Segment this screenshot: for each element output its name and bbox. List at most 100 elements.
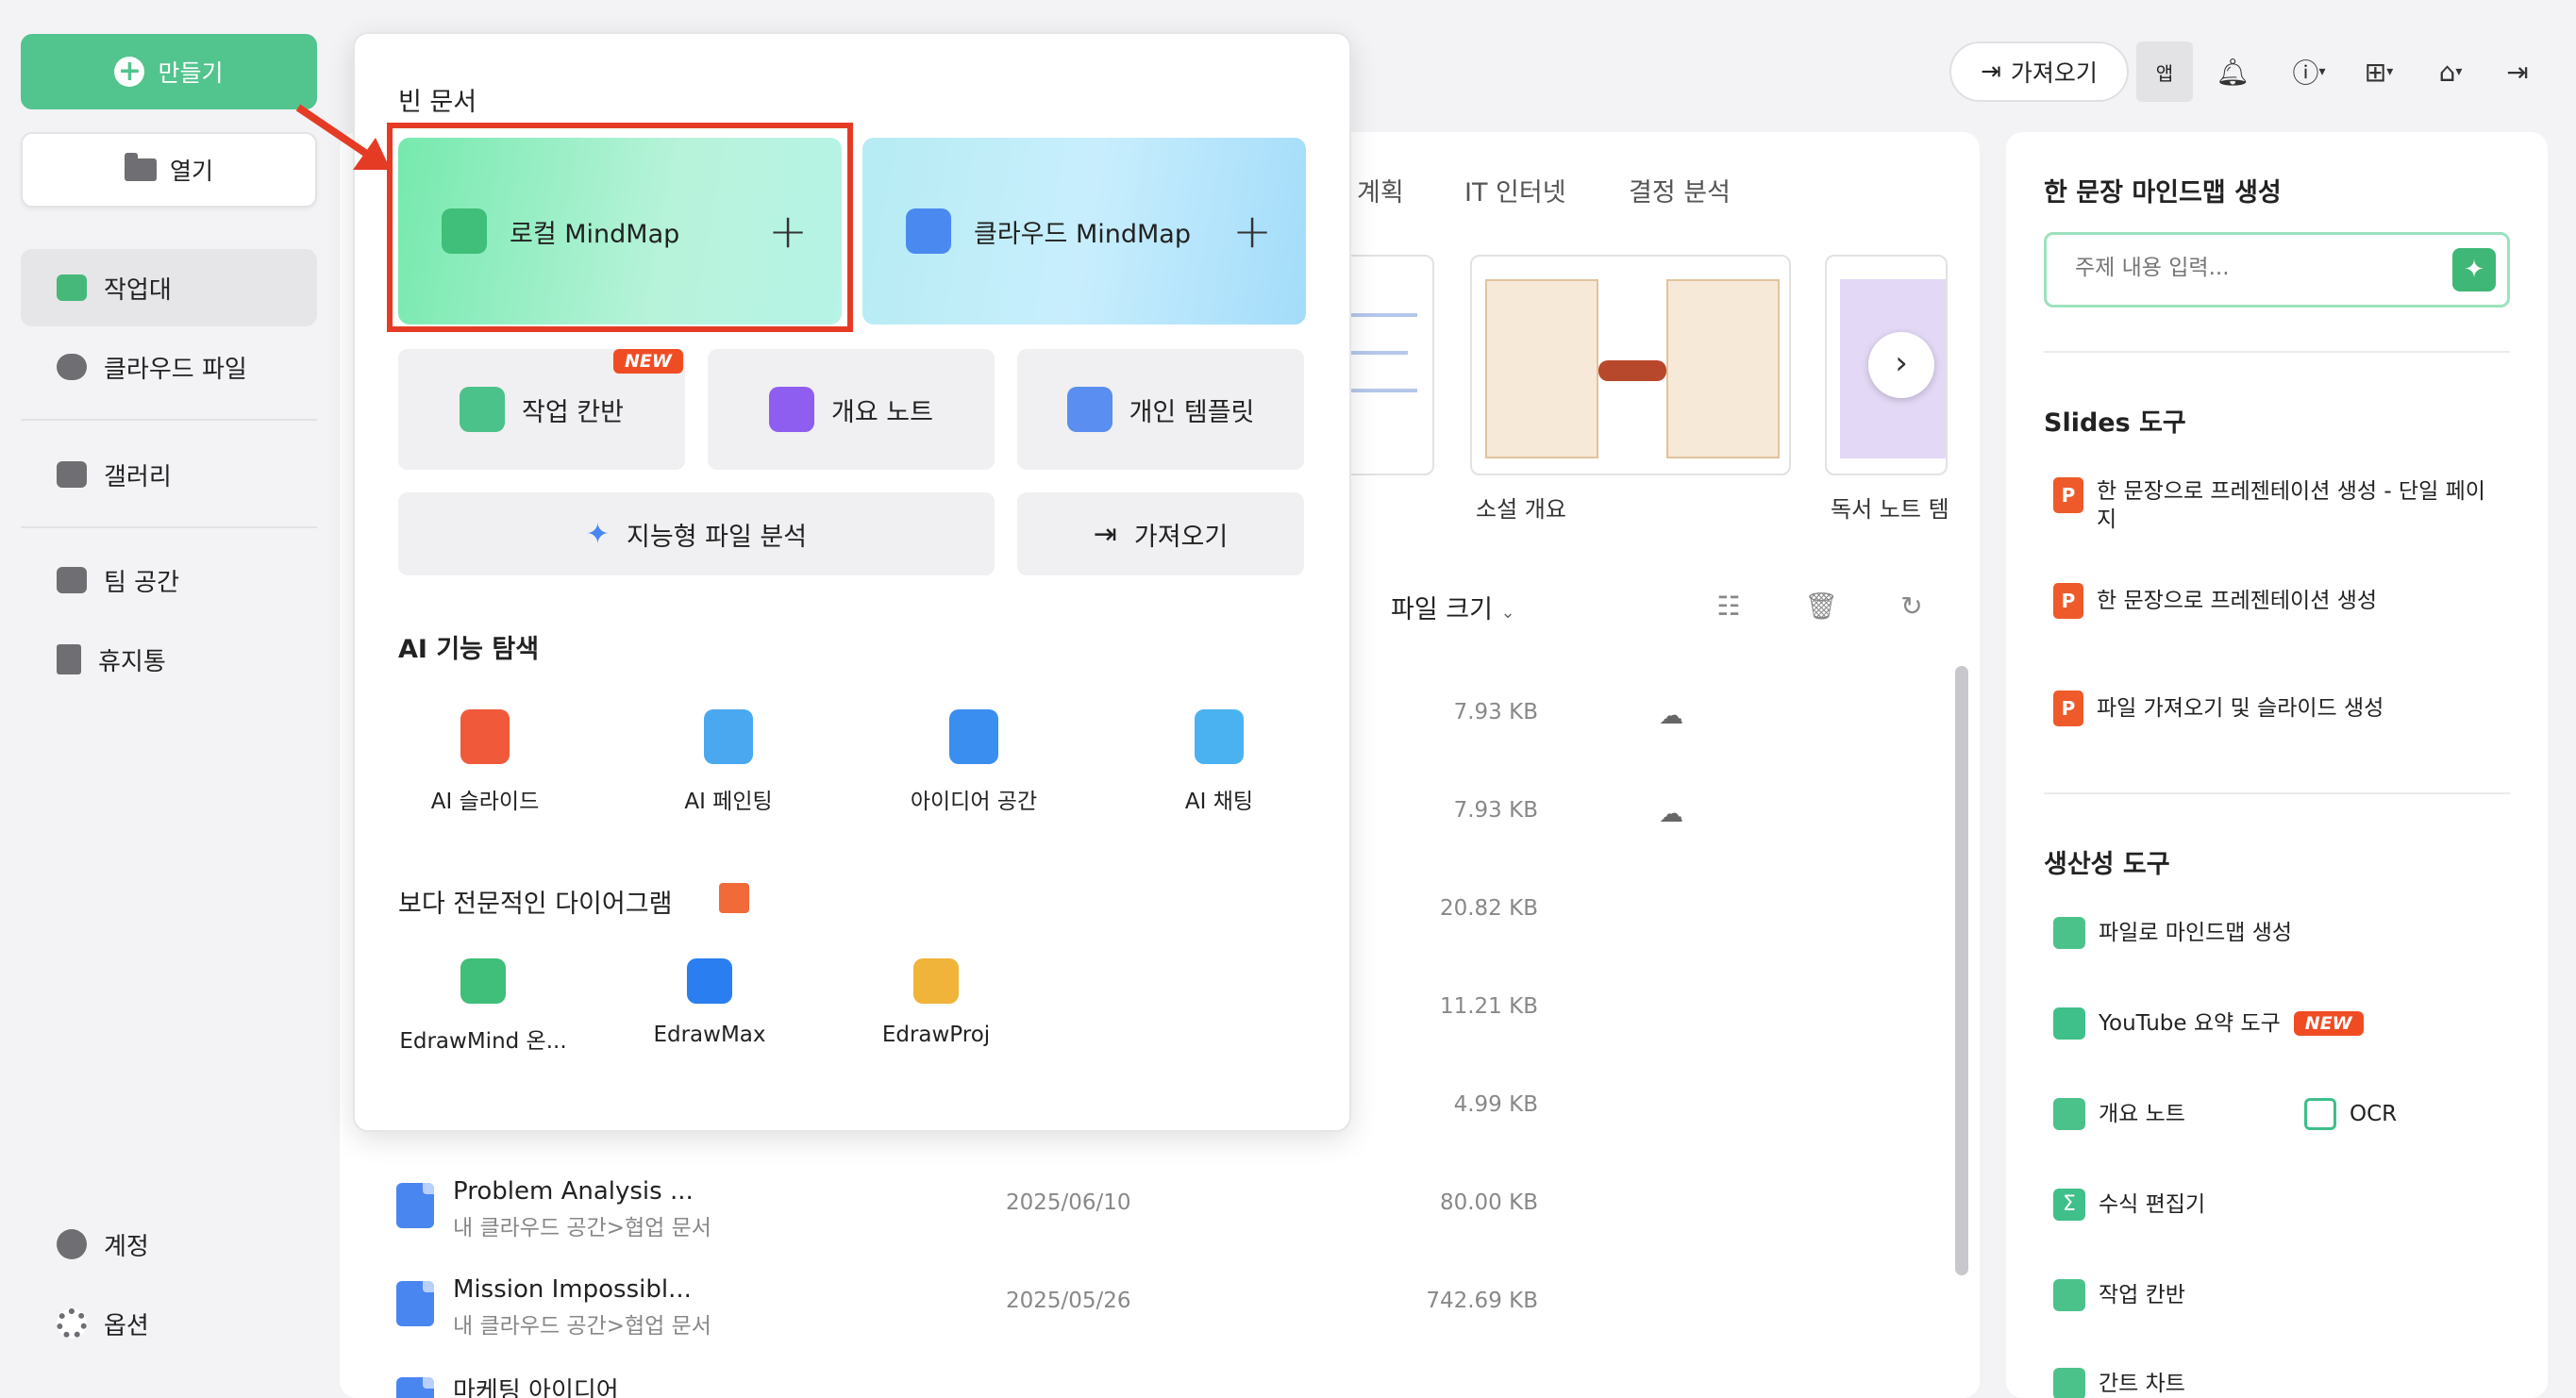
refresh-icon[interactable]: ↻ bbox=[1895, 589, 1929, 623]
tab-plan[interactable]: 계획 bbox=[1357, 172, 1404, 208]
sidebar-item-gallery[interactable]: 갤러리 bbox=[21, 436, 317, 513]
kanban-label: 작업 칸반 bbox=[522, 397, 624, 427]
import-icon: ⇥ bbox=[1981, 58, 2001, 86]
idea-space[interactable]: 아이디어 공간 bbox=[861, 709, 1087, 815]
sidebar-item-cloud-files[interactable]: 클라우드 파일 bbox=[21, 328, 317, 406]
topic-input[interactable] bbox=[2075, 256, 2434, 280]
ai-item-label: AI 채팅 bbox=[1184, 790, 1254, 814]
new-badge: NEW bbox=[2293, 1011, 2364, 1036]
table-row[interactable]: Problem Analysis ... 내 클라우드 공간>협업 문서 202… bbox=[396, 1177, 1538, 1243]
slides-single-page[interactable]: P 한 문장으로 프레젠테이션 생성 - 단일 페이지 bbox=[2053, 477, 2497, 534]
edrawmax[interactable]: EdrawMax bbox=[596, 958, 823, 1047]
tool-label: 작업 칸반 bbox=[2099, 1283, 2185, 1307]
ai-item-label: AI 페인팅 bbox=[684, 790, 773, 814]
scrollbar[interactable] bbox=[1955, 666, 1968, 1275]
tool-gantt-chart[interactable]: 간트 차트 bbox=[2053, 1368, 2185, 1398]
bell-icon[interactable]: 🔔︎ bbox=[2214, 53, 2251, 91]
ai-slides[interactable]: AI 슬라이드 bbox=[372, 709, 598, 815]
cloud-upload-icon[interactable]: ☁ bbox=[1659, 702, 1691, 730]
edrawmind-online[interactable]: EdrawMind 온... bbox=[370, 958, 596, 1055]
file-path: 내 클라우드 공간>협업 문서 bbox=[453, 1314, 711, 1339]
sidebar-divider bbox=[21, 526, 317, 528]
cloud-mindmap-card[interactable]: 클라우드 MindMap + bbox=[862, 138, 1306, 325]
table-row[interactable]: 마케팅 아이디어 bbox=[396, 1372, 1529, 1398]
tool-file-to-mindmap[interactable]: 파일로 마인드맵 생성 bbox=[2053, 917, 2292, 949]
tool-formula-editor[interactable]: Σ 수식 편집기 bbox=[2053, 1189, 2205, 1221]
smart-file-analysis-card[interactable]: ✦ 지능형 파일 분석 bbox=[398, 492, 995, 575]
chevron-right-icon[interactable]: › bbox=[1868, 332, 1934, 398]
grid-apps-icon[interactable]: ⊞ ▾ bbox=[2348, 53, 2410, 91]
workbench-icon bbox=[57, 275, 87, 301]
sidebar-item-team-space[interactable]: 팀 공간 bbox=[21, 541, 317, 619]
kanban-icon bbox=[460, 387, 506, 432]
tool-label: 파일로 마인드맵 생성 bbox=[2099, 921, 2293, 945]
table-row[interactable]: Mission Impossibl... 내 클라우드 공간>협업 문서 202… bbox=[396, 1275, 1538, 1341]
one-sentence-mindmap-title: 한 문장 마인드맵 생성 bbox=[2044, 178, 2282, 208]
file-size-header: 파일 크기 bbox=[1391, 595, 1493, 624]
slides-item-label: 한 문장으로 프레젠테이션 생성 - 단일 페이지 bbox=[2097, 479, 2485, 532]
sidebar-divider bbox=[21, 419, 317, 421]
outline-list-icon bbox=[2053, 1098, 2085, 1130]
smart-analysis-label: 지능형 파일 분석 bbox=[627, 522, 808, 552]
sidebar-item-trash[interactable]: 휴지통 bbox=[21, 621, 317, 698]
edrawproj[interactable]: EdrawProj bbox=[823, 958, 1049, 1047]
plus-icon: + bbox=[1232, 204, 1272, 258]
shirt-icon[interactable]: ⌂ ▾ bbox=[2419, 53, 2482, 91]
tab-it-internet[interactable]: IT 인터넷 bbox=[1464, 172, 1566, 208]
open-button[interactable]: 열기 bbox=[21, 132, 317, 208]
slides-import-file[interactable]: P 파일 가져오기 및 슬라이드 생성 bbox=[2053, 691, 2384, 726]
tool-label: YouTube 요약 도구 bbox=[2099, 1011, 2281, 1036]
sigma-icon: Σ bbox=[2053, 1189, 2085, 1221]
cloud-upload-icon[interactable]: ☁ bbox=[1659, 800, 1691, 828]
tool-youtube-summary[interactable]: YouTube 요약 도구 NEW bbox=[2053, 1007, 2364, 1040]
ai-chat-icon bbox=[1195, 709, 1244, 764]
template-card-novel-outline[interactable] bbox=[1470, 255, 1791, 475]
popup-import-card[interactable]: ⇥ 가져오기 bbox=[1017, 492, 1304, 575]
panel-divider bbox=[2044, 792, 2510, 794]
ppt-icon: P bbox=[2053, 583, 2083, 619]
outline-note-label: 개요 노트 bbox=[831, 397, 933, 427]
tool-outline-note[interactable]: 개요 노트 bbox=[2053, 1098, 2185, 1130]
slides-tools-title: Slides 도구 bbox=[2044, 408, 2186, 438]
personal-template-card[interactable]: 개인 템플릿 bbox=[1017, 349, 1304, 470]
pro-item-label: EdrawProj bbox=[881, 1023, 991, 1047]
tool-ocr[interactable]: OCR bbox=[2304, 1098, 2397, 1130]
file-size-cell: 7.93 KB bbox=[1453, 798, 1538, 823]
file-size-sort[interactable]: 파일 크기 ⌄ bbox=[1391, 589, 1515, 625]
tool-label: 수식 편집기 bbox=[2099, 1192, 2206, 1217]
sidebar-item-options[interactable]: 옵션 bbox=[21, 1285, 317, 1362]
account-label: 계정 bbox=[104, 1232, 149, 1261]
chevron-down-icon: ⌄ bbox=[1500, 603, 1515, 623]
sidebar-item-label: 갤러리 bbox=[104, 462, 172, 491]
slides-one-sentence[interactable]: P 한 문장으로 프레젠테이션 생성 bbox=[2053, 583, 2377, 619]
app-button[interactable]: 앱 bbox=[2136, 42, 2193, 102]
tool-kanban[interactable]: 작업 칸반 bbox=[2053, 1279, 2185, 1311]
ai-painting-icon bbox=[704, 709, 753, 764]
tab-decision-analysis[interactable]: 결정 분석 bbox=[1629, 172, 1731, 208]
file-name: 마케팅 아이디어 bbox=[453, 1377, 619, 1398]
sidebar-item-workbench[interactable]: 작업대 bbox=[21, 249, 317, 326]
list-view-icon[interactable]: ☷ bbox=[1712, 589, 1746, 623]
pro-item-label: EdrawMind 온... bbox=[399, 1029, 567, 1054]
trash-icon bbox=[57, 644, 81, 674]
ai-painting[interactable]: AI 페인팅 bbox=[615, 709, 842, 815]
sparkle-generate-icon[interactable]: ✦ bbox=[2452, 248, 2496, 291]
create-label: 만들기 bbox=[158, 59, 224, 87]
collapse-panel-icon[interactable]: ⇥ bbox=[2499, 53, 2536, 91]
trash-icon[interactable]: 🗑︎ bbox=[1804, 589, 1838, 623]
topic-input-box[interactable]: ✦ bbox=[2044, 232, 2510, 308]
personal-template-icon bbox=[1066, 387, 1112, 432]
help-icon[interactable]: ⓘ ▾ bbox=[2278, 53, 2340, 91]
ai-chat[interactable]: AI 채팅 bbox=[1106, 709, 1332, 815]
play-icon bbox=[2053, 1007, 2085, 1040]
sidebar-item-account[interactable]: 계정 bbox=[21, 1206, 317, 1283]
gift-icon bbox=[719, 883, 749, 913]
ai-features-title: AI 기능 탐색 bbox=[398, 635, 540, 664]
cloud-mindmap-label: 클라우드 MindMap bbox=[974, 219, 1191, 249]
import-button[interactable]: ⇥ 가져오기 bbox=[1949, 42, 2129, 102]
cloud-mindmap-icon bbox=[906, 208, 951, 254]
file-size: 742.69 KB bbox=[1426, 1289, 1538, 1313]
template-card[interactable] bbox=[1340, 255, 1434, 475]
create-button[interactable]: + 만들기 bbox=[21, 34, 317, 109]
outline-note-card[interactable]: 개요 노트 bbox=[708, 349, 995, 470]
